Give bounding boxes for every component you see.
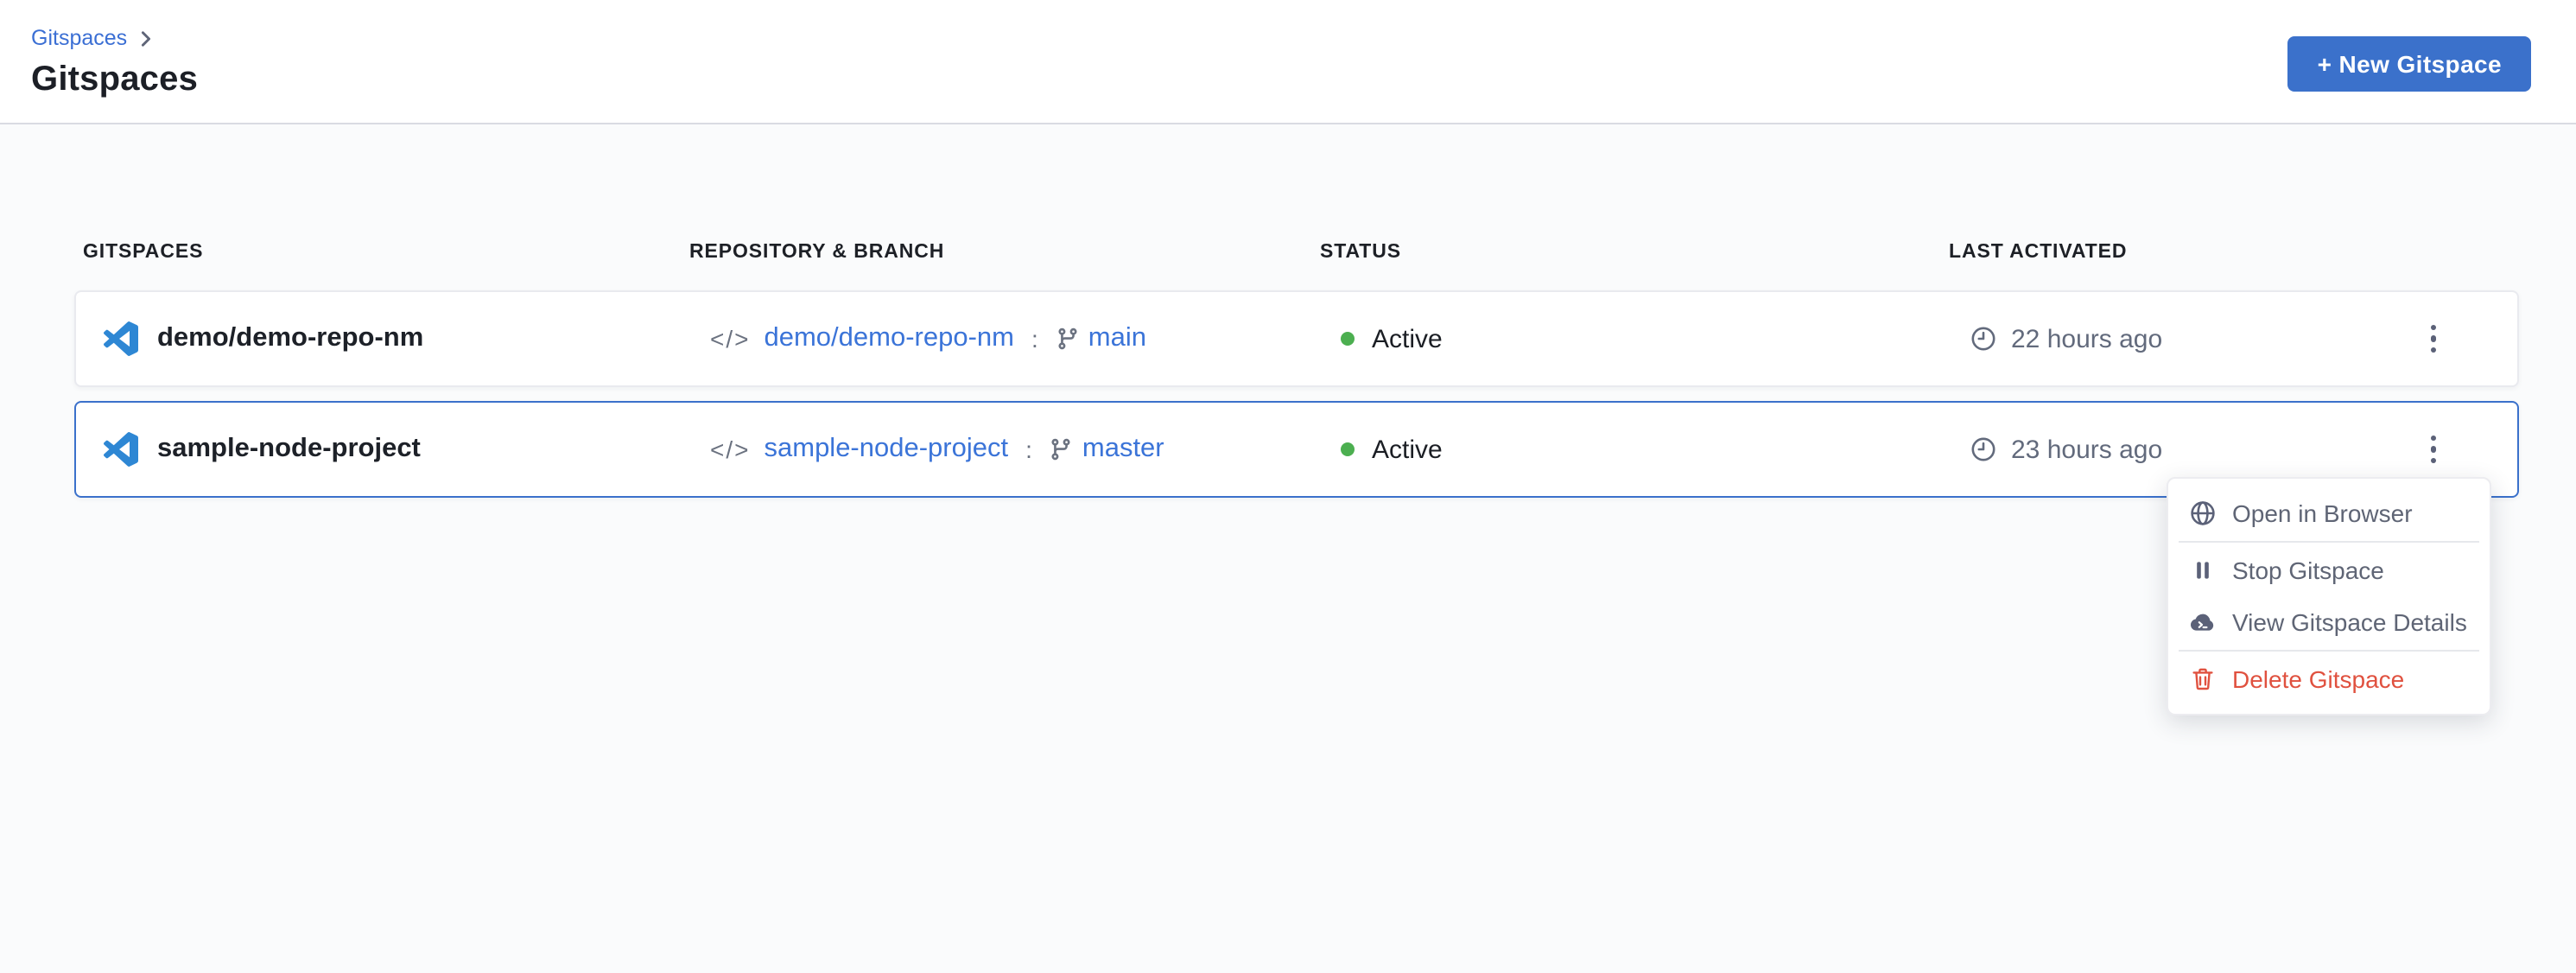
vscode-icon [104,321,138,356]
pause-icon [2189,556,2217,584]
globe-icon [2189,499,2217,527]
status-badge: Active [1372,435,1443,464]
clock-icon [1970,325,1997,353]
new-gitspace-button[interactable]: + New Gitspace [2288,36,2531,92]
repo-branch-separator: : [1028,325,1042,353]
code-icon: </> [710,436,751,463]
status-dot-active [1341,442,1355,456]
breadcrumb: Gitspaces [31,24,2531,52]
menu-divider [2179,650,2479,652]
menu-item-label: Delete Gitspace [2232,665,2404,693]
menu-item-delete-gitspace[interactable]: Delete Gitspace [2168,653,2490,705]
page-header: Gitspaces Gitspaces + New Gitspace [0,0,2576,124]
page-title: Gitspaces [31,60,2531,100]
column-header-repository-branch: REPOSITORY & BRANCH [689,242,1320,263]
table-row[interactable]: demo/demo-repo-nm </> demo/demo-repo-nm … [74,290,2519,387]
column-header-last-activated: LAST ACTIVATED [1949,242,2329,263]
branch-link[interactable]: master [1082,434,1164,465]
gitspaces-page: Gitspaces Gitspaces + New Gitspace GITSP… [0,0,2576,973]
row-actions-menu-button[interactable] [2414,425,2453,473]
menu-item-open-in-browser[interactable]: Open in Browser [2168,487,2490,539]
status-badge: Active [1372,324,1443,353]
gitspaces-list: demo/demo-repo-nm </> demo/demo-repo-nm … [74,290,2519,498]
clock-icon [1970,436,1997,463]
menu-item-label: Open in Browser [2232,499,2413,527]
main-content: GITSPACES REPOSITORY & BRANCH STATUS LAS… [0,124,2576,498]
breadcrumb-link-gitspaces[interactable]: Gitspaces [31,26,127,50]
table-row-selected[interactable]: sample-node-project </> sample-node-proj… [74,401,2519,498]
menu-item-stop-gitspace[interactable]: Stop Gitspace [2168,544,2490,596]
last-activated-text: 23 hours ago [2011,435,2162,464]
menu-item-label: Stop Gitspace [2232,556,2384,584]
branch-link[interactable]: main [1088,323,1146,354]
repository-link[interactable]: demo/demo-repo-nm [765,323,1014,354]
gitspace-name: sample-node-project [157,434,421,465]
gitspace-name: demo/demo-repo-nm [157,323,423,354]
repo-branch-separator: : [1022,436,1036,463]
code-icon: </> [710,325,751,353]
git-branch-icon [1050,437,1074,461]
status-dot-active [1341,332,1355,346]
column-header-gitspaces: GITSPACES [83,242,689,263]
row-actions-context-menu: Open in Browser Stop Gitspace View Gitsp… [2167,477,2491,715]
repository-link[interactable]: sample-node-project [765,434,1009,465]
menu-item-view-gitspace-details[interactable]: View Gitspace Details [2168,596,2490,648]
vscode-icon [104,432,138,467]
trash-icon [2189,665,2217,693]
menu-divider [2179,541,2479,543]
git-branch-icon [1056,327,1080,351]
column-header-status: STATUS [1320,242,1949,263]
chevron-right-icon [137,31,153,47]
last-activated-text: 22 hours ago [2011,324,2162,353]
table-header-row: GITSPACES REPOSITORY & BRANCH STATUS LAS… [74,242,2519,263]
row-actions-menu-button[interactable] [2414,315,2453,362]
menu-item-label: View Gitspace Details [2232,608,2467,636]
cloud-details-icon [2189,608,2217,636]
